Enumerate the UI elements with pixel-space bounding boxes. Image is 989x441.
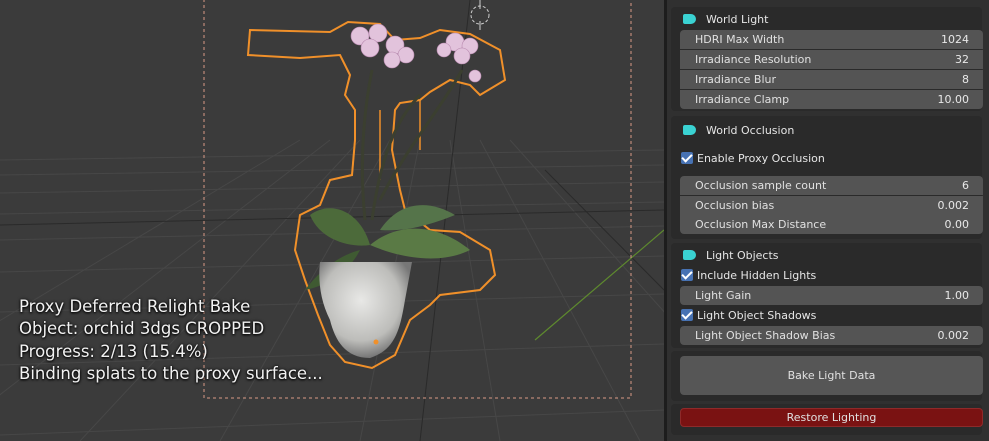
field-value: 0.002 xyxy=(937,329,970,342)
field-label: Irradiance Clamp xyxy=(695,93,790,106)
bake-section: Bake Light Data xyxy=(671,351,983,401)
irradiance-clamp-field[interactable]: Irradiance Clamp 10.00 xyxy=(680,90,983,109)
overlay-title: Proxy Deferred Relight Bake xyxy=(19,297,251,316)
field-value: 1024 xyxy=(941,33,969,46)
restore-section: Restore Lighting xyxy=(671,404,983,435)
section-title: World Occlusion xyxy=(706,123,795,137)
checkmark-icon xyxy=(681,309,693,321)
occlusion-sample-count-field[interactable]: Occlusion sample count 6 xyxy=(680,176,983,195)
field-label: Irradiance Blur xyxy=(695,73,776,86)
field-value: 8 xyxy=(962,73,969,86)
checkmark-icon xyxy=(681,269,693,281)
overlay-status: Binding splats to the proxy surface... xyxy=(19,363,323,383)
field-value: 0.00 xyxy=(944,218,970,231)
restore-lighting-button[interactable]: Restore Lighting xyxy=(680,408,983,427)
checkmark-icon xyxy=(681,152,693,164)
field-label: Light Object Shadow Bias xyxy=(695,329,836,342)
bake-status-overlay: Proxy Deferred Relight Bake Object: orch… xyxy=(19,296,323,385)
checkbox-label: Include Hidden Lights xyxy=(697,268,817,282)
properties-panel: World Light HDRI Max Width 1024 Irradian… xyxy=(667,0,989,441)
field-value: 1.00 xyxy=(944,289,970,302)
field-label: Occlusion sample count xyxy=(695,179,827,192)
light-object-shadow-bias-field[interactable]: Light Object Shadow Bias 0.002 xyxy=(680,326,983,345)
occlusion-max-distance-field[interactable]: Occlusion Max Distance 0.00 xyxy=(680,215,983,234)
origin-point xyxy=(373,339,379,345)
light-objects-header[interactable]: Light Objects xyxy=(679,246,779,264)
overlay-object: Object: orchid 3dgs CROPPED xyxy=(19,319,265,339)
section-title: Light Objects xyxy=(706,248,779,262)
checkbox-label: Enable Proxy Occlusion xyxy=(697,151,825,165)
3d-viewport[interactable]: Proxy Deferred Relight Bake Object: orch… xyxy=(0,0,664,441)
irradiance-resolution-field[interactable]: Irradiance Resolution 32 xyxy=(680,50,983,69)
world-light-header[interactable]: World Light xyxy=(679,10,768,28)
field-label: Light Gain xyxy=(695,289,752,302)
checkbox-label: Light Object Shadows xyxy=(697,308,817,322)
panel-tag-icon xyxy=(683,14,696,24)
field-value: 32 xyxy=(955,53,969,66)
enable-proxy-occlusion-checkbox[interactable]: Enable Proxy Occlusion xyxy=(681,150,825,166)
field-value: 0.002 xyxy=(937,199,970,212)
field-label: Irradiance Resolution xyxy=(695,53,812,66)
field-value: 10.00 xyxy=(937,93,970,106)
light-object-shadows-checkbox[interactable]: Light Object Shadows xyxy=(681,307,816,323)
light-objects-section: Light Objects Include Hidden Lights Ligh… xyxy=(671,243,983,348)
irradiance-blur-field[interactable]: Irradiance Blur 8 xyxy=(680,70,983,89)
bake-light-data-button[interactable]: Bake Light Data xyxy=(680,356,983,395)
world-occlusion-header[interactable]: World Occlusion xyxy=(679,121,794,139)
field-value: 6 xyxy=(962,179,969,192)
hdri-max-width-field[interactable]: HDRI Max Width 1024 xyxy=(680,30,983,49)
panel-tag-icon xyxy=(683,125,696,135)
field-label: HDRI Max Width xyxy=(695,33,785,46)
occlusion-bias-field[interactable]: Occlusion bias 0.002 xyxy=(680,196,983,215)
panel-tag-icon xyxy=(683,250,696,260)
include-hidden-lights-checkbox[interactable]: Include Hidden Lights xyxy=(681,267,816,283)
field-label: Occlusion bias xyxy=(695,199,775,212)
light-gain-field[interactable]: Light Gain 1.00 xyxy=(680,286,983,305)
world-light-section: World Light HDRI Max Width 1024 Irradian… xyxy=(671,7,983,111)
section-title: World Light xyxy=(706,12,769,26)
field-label: Occlusion Max Distance xyxy=(695,218,827,231)
overlay-progress: Progress: 2/13 (15.4%) xyxy=(19,341,208,361)
world-occlusion-section: World Occlusion Enable Proxy Occlusion O… xyxy=(671,116,983,239)
